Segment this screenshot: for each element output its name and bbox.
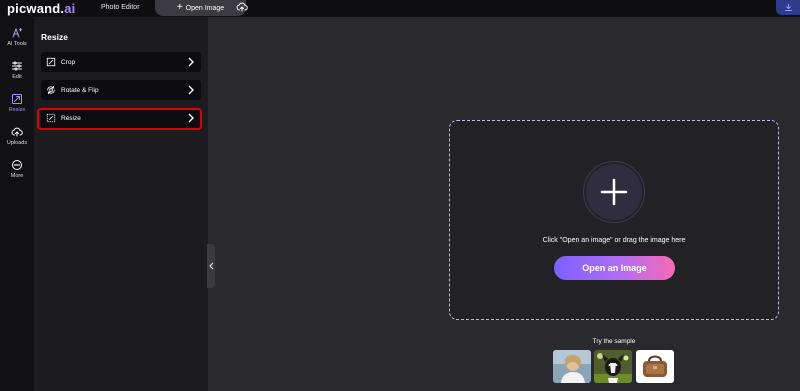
open-an-image-button[interactable]: Open an Image: [554, 256, 675, 280]
resize-panel: Resize Crop Rotate & Flip Resize: [34, 17, 208, 391]
cloud-upload-icon: [11, 127, 23, 137]
rotate-icon: [47, 85, 55, 95]
menu-item-rotate-flip[interactable]: Rotate & Flip: [41, 80, 201, 100]
add-image-circle[interactable]: [583, 161, 645, 223]
logo-main: picwand.: [7, 1, 65, 16]
chevron-left-icon: [208, 262, 213, 270]
collapse-panel-handle[interactable]: [207, 244, 215, 288]
dropzone-instruction: Click "Open an image" or drag the image …: [542, 237, 686, 244]
chevron-right-icon: [188, 85, 194, 95]
rail-label-resize: Resize: [8, 107, 26, 113]
rail-item-edit[interactable]: Edit: [0, 60, 34, 80]
menu-label-rotate-flip: Rotate & Flip: [61, 86, 99, 94]
more-icon: [12, 160, 22, 170]
sample-thumb-dog[interactable]: [594, 350, 632, 383]
sample-thumb-bag[interactable]: [636, 350, 674, 383]
panel-title: Resize: [41, 32, 68, 42]
rail-item-uploads[interactable]: Uploads: [0, 126, 34, 146]
rail-label-more: More: [10, 173, 24, 179]
rail-label-edit: Edit: [12, 74, 22, 80]
image-dropzone[interactable]: Click "Open an image" or drag the image …: [449, 120, 779, 320]
ai-tools-icon: [12, 27, 23, 38]
chevron-right-icon: [188, 57, 194, 67]
logo-ai: ai: [64, 1, 76, 16]
plus-icon: +: [176, 2, 183, 13]
menu-label-crop: Crop: [61, 58, 76, 66]
rail-item-more[interactable]: More: [0, 159, 34, 179]
rail-label-uploads: Uploads: [6, 140, 28, 146]
cloud-upload-icon[interactable]: [236, 1, 248, 13]
crop-icon: [46, 57, 56, 67]
sliders-icon: [12, 61, 22, 71]
picwand-logo[interactable]: picwand.ai: [7, 0, 75, 17]
download-button[interactable]: [776, 0, 800, 15]
resize-icon: [12, 94, 22, 104]
menu-item-crop[interactable]: Crop: [41, 52, 201, 72]
rail-label-ai-tools: AI Tools: [7, 41, 27, 47]
sample-thumb-woman[interactable]: [553, 350, 591, 383]
resize-highlight-box: [37, 108, 202, 130]
open-image-label: Open Image: [185, 4, 225, 12]
download-icon: [784, 3, 792, 11]
plus-icon: [600, 178, 628, 206]
left-rail: AI Tools Edit Resize Uploads More: [0, 17, 34, 391]
app-title: Photo Editor: [101, 4, 140, 11]
rail-item-ai-tools[interactable]: AI Tools: [0, 27, 34, 47]
rail-item-resize[interactable]: Resize: [0, 93, 34, 113]
open-image-button[interactable]: + Open Image: [155, 0, 246, 16]
top-bar: picwand.ai Photo Editor + Open Image: [0, 0, 800, 17]
try-sample-label: Try the sample: [592, 338, 636, 345]
